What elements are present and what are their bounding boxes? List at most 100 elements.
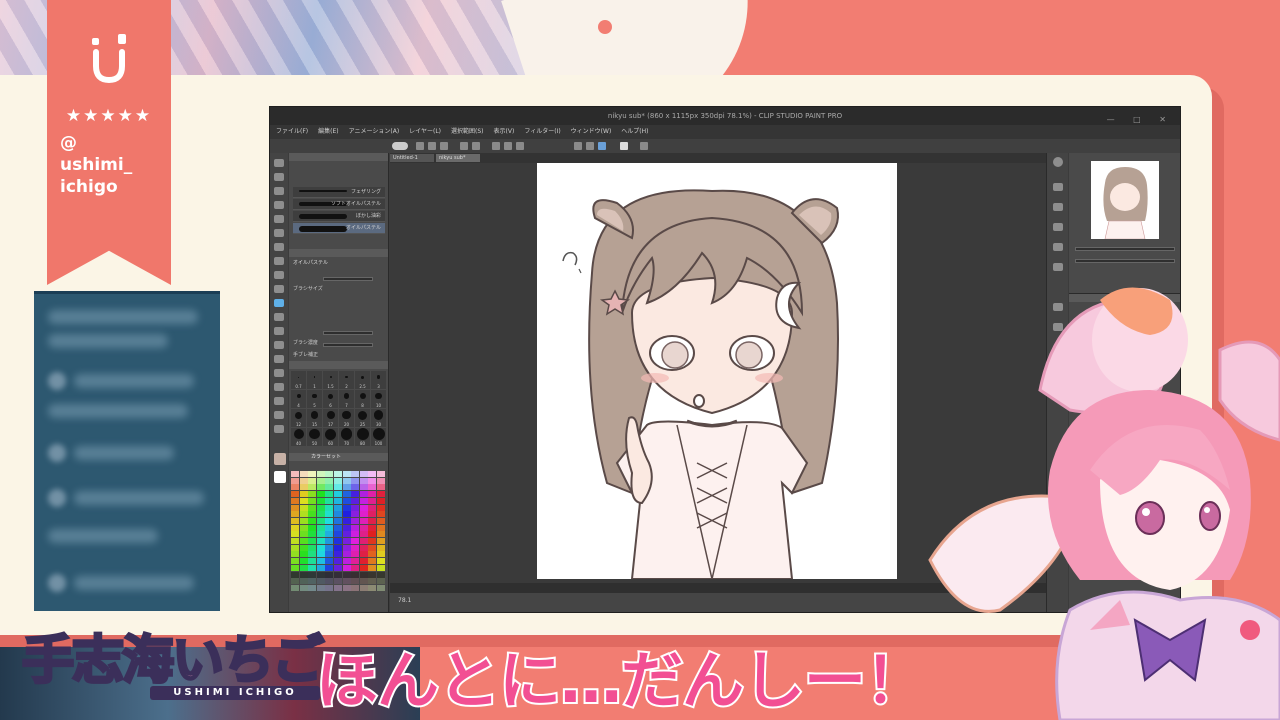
color-swatch[interactable]	[334, 544, 342, 551]
color-swatch[interactable]	[291, 497, 299, 504]
color-swatch[interactable]	[377, 491, 385, 498]
menu-window[interactable]: ウィンドウ(W)	[571, 125, 612, 139]
color-swatch[interactable]	[291, 571, 299, 578]
color-swatch[interactable]	[377, 497, 385, 504]
open-icon[interactable]	[428, 142, 436, 150]
brush-size-cell[interactable]: 7	[339, 390, 354, 408]
color-swatch[interactable]	[291, 471, 299, 477]
color-swatch[interactable]	[351, 564, 360, 571]
color-swatch[interactable]	[334, 564, 342, 571]
color-swatch[interactable]	[316, 491, 325, 498]
color-swatch[interactable]	[299, 524, 308, 531]
color-swatch[interactable]	[342, 538, 351, 544]
color-swatch[interactable]	[308, 584, 317, 591]
color-swatch[interactable]	[351, 531, 360, 538]
color-swatch[interactable]	[316, 584, 325, 591]
color-swatch[interactable]	[325, 544, 334, 551]
color-swatch[interactable]	[359, 564, 368, 571]
brush-size-cell[interactable]: 6	[323, 390, 338, 408]
selection-icon[interactable]	[574, 142, 582, 150]
color-swatch[interactable]	[334, 497, 342, 504]
color-swatch[interactable]	[325, 524, 334, 531]
brush-item[interactable]: ぼかし油彩	[293, 211, 385, 222]
ruler-icon[interactable]	[620, 142, 628, 150]
color-swatch[interactable]	[377, 524, 385, 531]
ruler-tool-icon[interactable]	[274, 383, 284, 391]
color-swatch[interactable]	[299, 484, 308, 491]
color-swatch[interactable]	[359, 497, 368, 504]
color-swatch[interactable]	[299, 558, 308, 565]
color-swatch[interactable]	[308, 578, 317, 585]
color-swatch[interactable]	[308, 484, 317, 491]
color-swatch[interactable]	[316, 571, 325, 578]
color-swatch[interactable]	[316, 564, 325, 571]
color-swatch[interactable]	[368, 504, 377, 511]
brush-size-cell[interactable]: 4	[291, 390, 306, 408]
redo-icon[interactable]	[472, 142, 480, 150]
color-swatch[interactable]	[359, 491, 368, 498]
color-swatch[interactable]	[316, 558, 325, 565]
zoom-tool-icon[interactable]	[274, 159, 284, 167]
color-swatch[interactable]	[291, 517, 299, 524]
color-swatch[interactable]	[359, 477, 368, 484]
color-swatch[interactable]	[351, 571, 360, 578]
color-swatch[interactable]	[342, 524, 351, 531]
color-swatch[interactable]	[342, 504, 351, 511]
color-swatch[interactable]	[351, 538, 360, 544]
color-swatch[interactable]	[368, 484, 377, 491]
brush-size-cell[interactable]: 30	[371, 409, 386, 427]
color-swatch[interactable]	[291, 531, 299, 538]
color-swatch[interactable]	[368, 564, 377, 571]
color-swatch[interactable]	[308, 517, 317, 524]
sub-color-icon[interactable]	[274, 471, 286, 483]
color-swatch[interactable]	[334, 558, 342, 565]
color-swatch[interactable]	[325, 571, 334, 578]
color-swatch[interactable]	[359, 484, 368, 491]
figure-tool-icon[interactable]	[274, 355, 284, 363]
color-swatch[interactable]	[291, 484, 299, 491]
color-swatch[interactable]	[359, 517, 368, 524]
color-swatch[interactable]	[334, 524, 342, 531]
color-swatch[interactable]	[377, 471, 385, 477]
navigator-icon[interactable]	[1053, 157, 1063, 167]
color-swatch[interactable]	[334, 571, 342, 578]
lasso-tool-icon[interactable]	[274, 201, 284, 209]
color-swatch[interactable]	[342, 584, 351, 591]
color-swatch[interactable]	[351, 517, 360, 524]
color-swatch[interactable]	[351, 511, 360, 518]
color-swatch[interactable]	[359, 538, 368, 544]
color-swatch[interactable]	[359, 544, 368, 551]
brush-size-cell[interactable]: 15	[307, 409, 322, 427]
panel-icon-1[interactable]	[1053, 183, 1063, 191]
brush-size-cell[interactable]: 100	[371, 428, 386, 446]
color-swatch[interactable]	[299, 551, 308, 558]
color-swatch[interactable]	[377, 544, 385, 551]
color-swatch[interactable]	[291, 504, 299, 511]
brush-item[interactable]: ソフトオイルパステル	[293, 199, 385, 210]
panel-icon-3[interactable]	[1053, 223, 1063, 231]
frame-tool-icon[interactable]	[274, 369, 284, 377]
color-swatch[interactable]	[316, 538, 325, 544]
color-swatch[interactable]	[342, 511, 351, 518]
brush-size-cell[interactable]: 80	[355, 428, 370, 446]
color-swatch[interactable]	[359, 578, 368, 585]
color-swatch[interactable]	[377, 484, 385, 491]
color-swatch[interactable]	[351, 584, 360, 591]
menu-view[interactable]: 表示(V)	[494, 125, 515, 139]
clip-studio-icon[interactable]	[392, 142, 408, 150]
color-swatch[interactable]	[325, 551, 334, 558]
brush-size-cell[interactable]: 50	[307, 428, 322, 446]
color-swatch[interactable]	[334, 471, 342, 477]
color-swatch[interactable]	[334, 551, 342, 558]
stabilization-row[interactable]: 手ブレ補正	[293, 341, 385, 358]
color-swatch[interactable]	[359, 471, 368, 477]
color-swatch[interactable]	[368, 584, 377, 591]
color-swatch[interactable]	[342, 477, 351, 484]
doc-tab-untitled[interactable]: Untitled-1	[390, 154, 434, 162]
color-swatch[interactable]	[291, 564, 299, 571]
navigator-slider[interactable]	[1075, 259, 1175, 263]
brush-size-cell[interactable]: 8	[355, 390, 370, 408]
fill-icon[interactable]	[516, 142, 524, 150]
airbrush-tool-icon[interactable]	[274, 271, 284, 279]
panel-icon-2[interactable]	[1053, 203, 1063, 211]
